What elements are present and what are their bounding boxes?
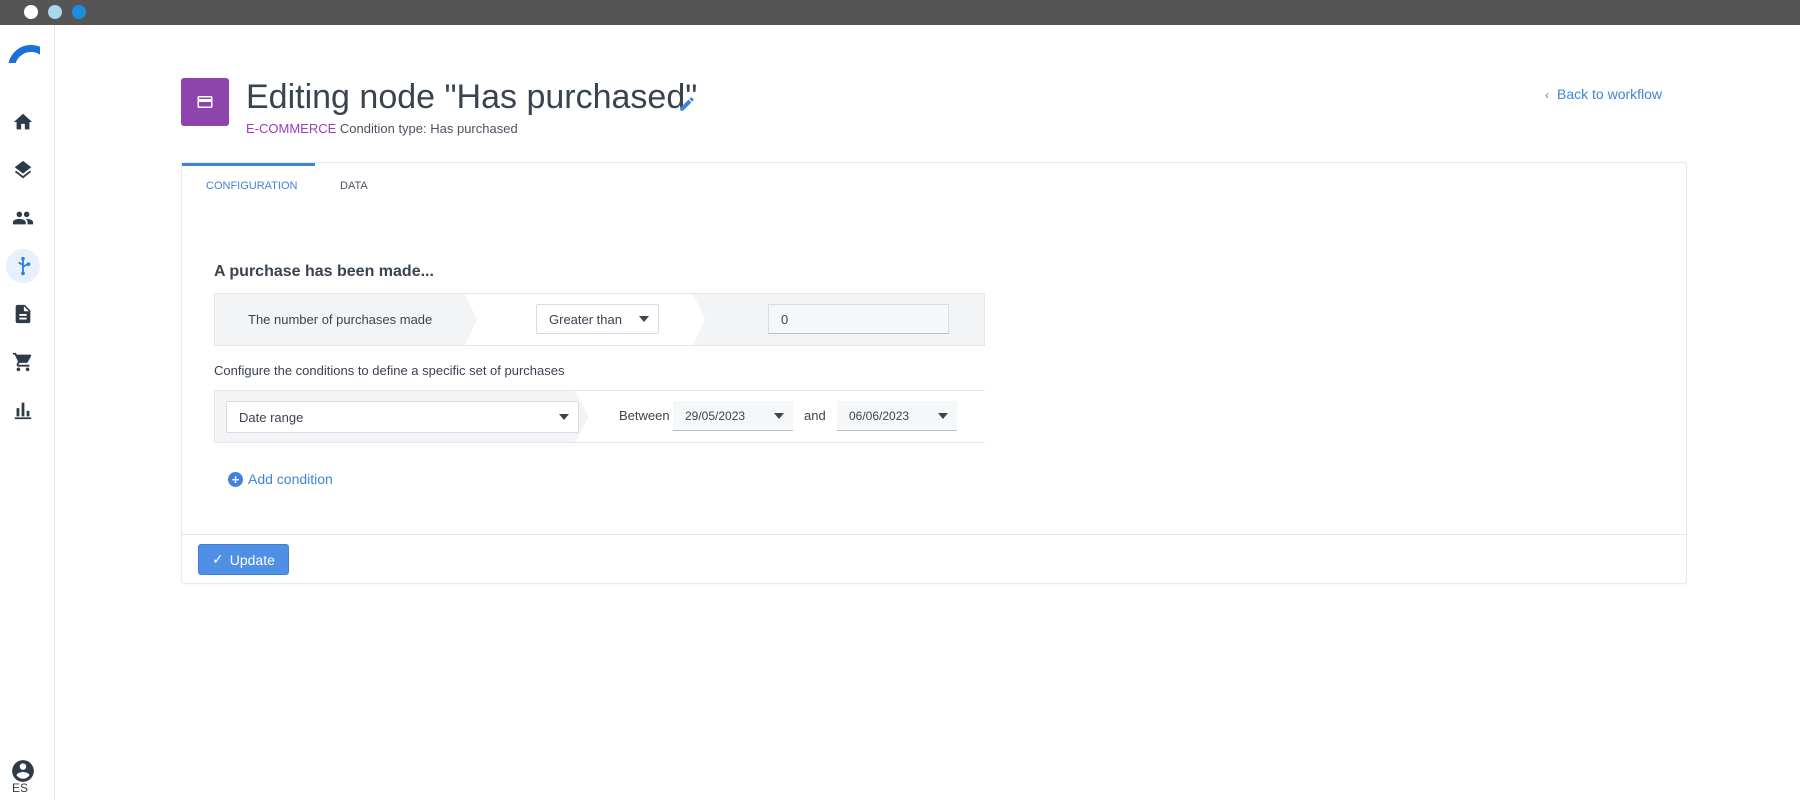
caret-down-icon — [559, 414, 569, 420]
language-selector[interactable]: ES — [12, 781, 28, 795]
people-icon — [12, 211, 34, 225]
add-condition-label: Add condition — [248, 471, 333, 487]
section-title: A purchase has been made... — [214, 263, 434, 280]
caret-down-icon — [774, 412, 784, 419]
operator-select[interactable]: Greater than — [536, 304, 659, 334]
sidebar-item-ecommerce[interactable] — [6, 345, 40, 379]
back-link-label: Back to workflow — [1557, 86, 1663, 102]
home-icon — [13, 113, 33, 130]
sidebar-item-contacts[interactable] — [6, 201, 40, 235]
sidebar-item-workflows[interactable] — [6, 249, 40, 283]
metric-label: The number of purchases made — [248, 312, 433, 327]
credit-card-icon — [197, 96, 213, 108]
document-icon — [15, 304, 31, 324]
back-to-workflow-link[interactable]: ‹ Back to workflow — [1545, 86, 1662, 102]
date-from-picker[interactable]: 29/05/2023 — [673, 401, 793, 431]
add-condition-button[interactable]: + Add condition — [228, 471, 333, 487]
date-to-picker[interactable]: 06/06/2023 — [837, 401, 957, 431]
date-range-condition: Date range Between 29/05/2023 and 06/06/… — [214, 390, 985, 443]
conditions-hint: Configure the conditions to define a spe… — [214, 363, 565, 378]
sidebar-item-layers[interactable] — [6, 153, 40, 187]
window-close-dot[interactable] — [24, 5, 38, 19]
chevron-left-icon: ‹ — [1545, 88, 1549, 102]
app-logo[interactable] — [8, 45, 40, 63]
window-titlebar — [0, 0, 1800, 25]
bar-chart-icon — [14, 402, 32, 420]
between-label: Between — [619, 408, 670, 423]
active-tab-indicator — [182, 163, 315, 166]
pencil-icon — [680, 97, 694, 111]
tab-data[interactable]: DATA — [340, 180, 368, 192]
purchase-count-condition: The number of purchases made Greater tha… — [214, 293, 985, 346]
purchase-count-input[interactable]: 0 — [768, 304, 949, 334]
card-footer: ✓ Update — [182, 534, 1686, 583]
date-to-value: 06/06/2023 — [849, 408, 910, 423]
edit-title-button[interactable] — [678, 95, 696, 113]
condition-type-label: Condition type: Has purchased — [339, 121, 518, 136]
tab-configuration[interactable]: CONFIGURATION — [206, 180, 297, 192]
check-icon: ✓ — [212, 551, 224, 567]
caret-down-icon — [938, 412, 948, 419]
operator-value: Greater than — [549, 311, 622, 327]
condition-field-select[interactable]: Date range — [226, 401, 579, 433]
window-maximize-dot[interactable] — [72, 5, 86, 19]
purchase-count-value: 0 — [781, 311, 789, 327]
node-editor-card: CONFIGURATION DATA A purchase has been m… — [181, 162, 1687, 584]
date-from-value: 29/05/2023 — [685, 408, 746, 423]
and-label: and — [804, 408, 826, 423]
node-type-icon — [181, 78, 229, 126]
workflow-branch-icon — [18, 256, 31, 276]
sidebar-item-home[interactable] — [6, 105, 40, 139]
category-label: E-COMMERCE — [246, 121, 337, 136]
plus-circle-icon: + — [228, 471, 243, 487]
sidebar-item-reports[interactable] — [6, 393, 40, 427]
page-title: Editing node "Has purchased" — [246, 78, 698, 116]
sidebar: ES — [0, 25, 55, 800]
layers-icon — [14, 160, 32, 179]
sidebar-item-documents[interactable] — [6, 297, 40, 331]
update-label: Update — [229, 551, 275, 568]
condition-field-value: Date range — [239, 409, 304, 425]
cart-icon — [12, 352, 32, 372]
update-button[interactable]: ✓ Update — [198, 544, 289, 575]
node-subtitle: E-COMMERCE Condition type: Has purchased — [246, 121, 518, 136]
window-minimize-dot[interactable] — [48, 5, 62, 19]
caret-down-icon — [639, 316, 649, 322]
